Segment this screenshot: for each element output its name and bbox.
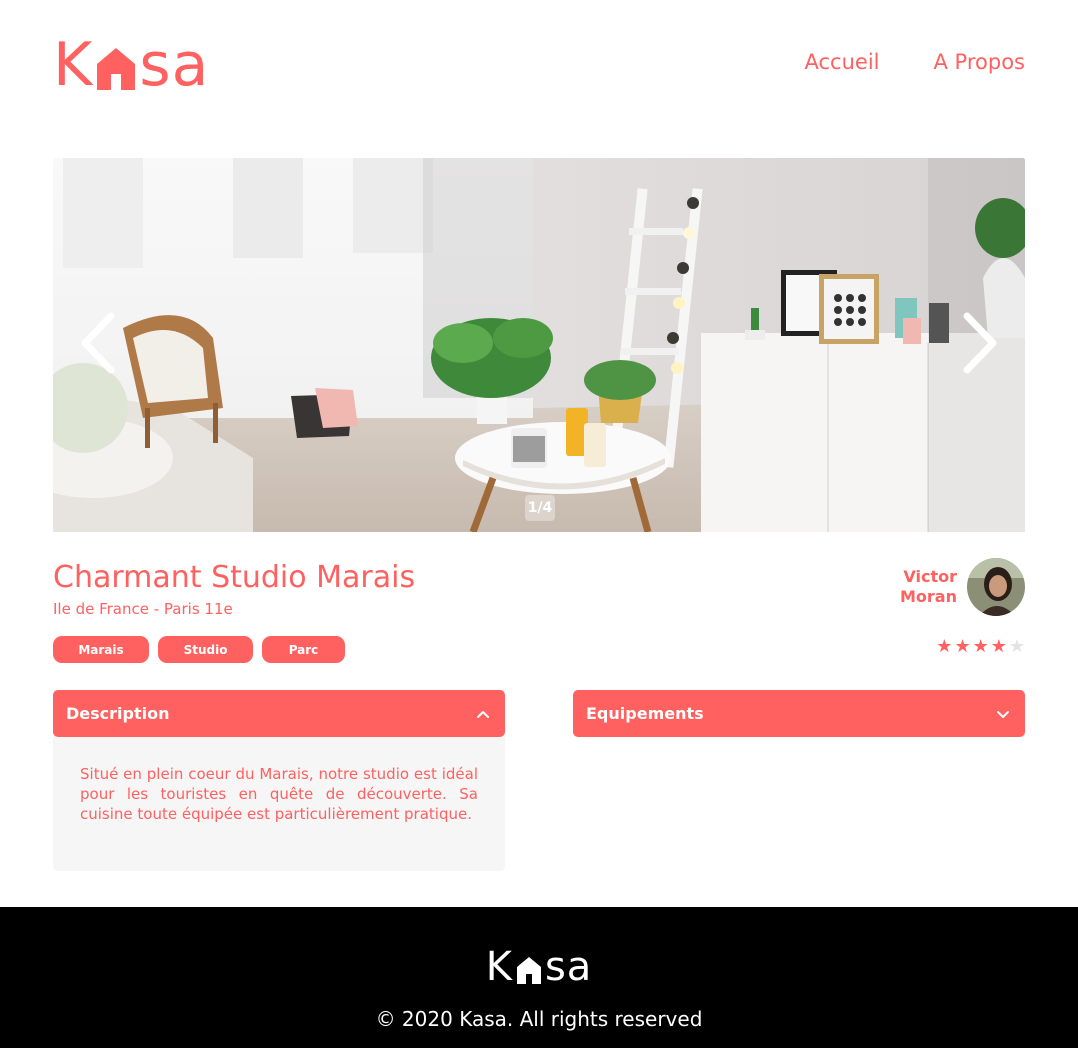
carousel-photo <box>53 158 1025 532</box>
footer-logo-wordmark: K sa <box>486 947 593 987</box>
avatar <box>967 558 1025 616</box>
house-icon <box>516 957 541 984</box>
equipments-toggle[interactable]: Equipements <box>573 690 1025 737</box>
host-first-name: Victor <box>903 567 957 586</box>
description-body: Situé en plein coeur du Marais, notre st… <box>53 737 505 871</box>
main-nav: Accueil A Propos <box>805 50 1025 74</box>
star-icon: ★ <box>936 636 953 657</box>
tag: Studio <box>158 636 253 663</box>
rating-stars: ★ ★ ★ ★ ★ <box>936 638 1025 656</box>
equipments-collapse: Equipements <box>573 690 1025 737</box>
site-header: K sa Accueil A Propos <box>53 30 1025 100</box>
tag: Parc <box>262 636 345 663</box>
chevron-up-icon <box>477 710 489 718</box>
description-title: Description <box>66 704 170 723</box>
host-name: Victor Moran <box>900 567 957 607</box>
chevron-down-icon <box>997 710 1009 718</box>
chevron-right-icon[interactable] <box>955 308 1005 378</box>
star-icon: ★ <box>972 636 989 657</box>
copyright-text: © 2020 Kasa. All rights reserved <box>375 1007 703 1031</box>
listing-location: Ile de France - Paris 11e <box>53 600 233 618</box>
listing-title: Charmant Studio Marais <box>53 560 416 595</box>
equipments-title: Equipements <box>586 704 704 723</box>
logo-wordmark: K sa <box>53 35 209 95</box>
footer-logo-letter-k: K <box>485 944 513 990</box>
house-icon <box>97 48 136 90</box>
chevron-left-icon[interactable] <box>73 308 123 378</box>
tag-list: Marais Studio Parc <box>53 636 345 663</box>
host-last-name: Moran <box>900 587 957 606</box>
description-text: Situé en plein coeur du Marais, notre st… <box>80 765 478 823</box>
description-toggle[interactable]: Description <box>53 690 505 737</box>
star-icon: ★ <box>990 636 1007 657</box>
tag: Marais <box>53 636 149 663</box>
photo-carousel: 1/4 <box>53 158 1025 532</box>
logo-letter-k: K <box>53 30 94 100</box>
kasa-logo[interactable]: K sa <box>53 30 209 100</box>
carousel-counter: 1/4 <box>525 495 555 521</box>
star-icon: ★ <box>954 636 971 657</box>
footer-logo: K sa <box>0 947 1078 987</box>
nav-link-about[interactable]: A Propos <box>934 50 1025 74</box>
description-collapse: Description Situé en plein coeur du Mara… <box>53 690 505 871</box>
site-footer: K sa © 2020 Kasa. All rights reserved <box>0 907 1078 1048</box>
star-icon: ★ <box>1008 636 1025 657</box>
nav-link-home[interactable]: Accueil <box>805 50 880 74</box>
logo-letters-sa: sa <box>139 30 210 100</box>
footer-logo-letters-sa: sa <box>544 944 593 990</box>
host-info: Victor Moran <box>900 558 1025 616</box>
